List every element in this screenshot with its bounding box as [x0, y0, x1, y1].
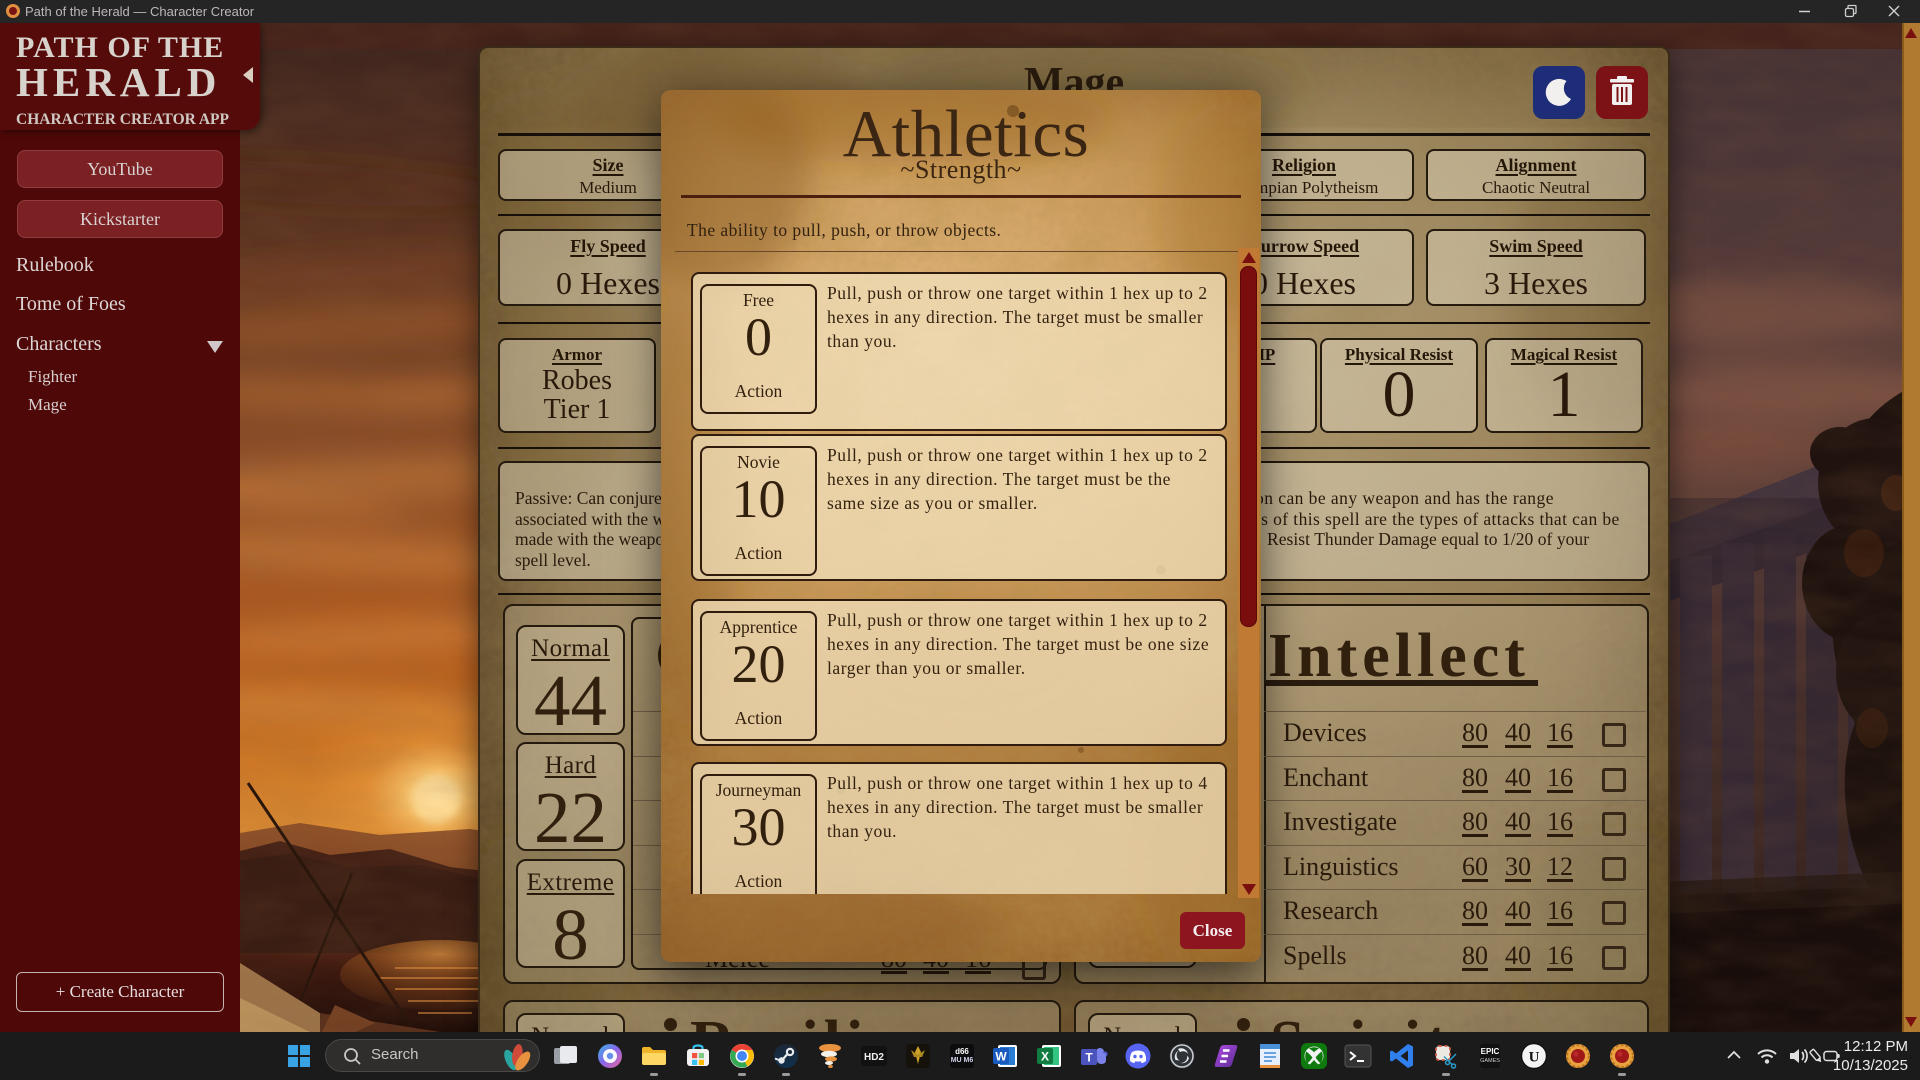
svg-text:GAMES: GAMES: [1480, 1058, 1500, 1064]
svg-text:W: W: [995, 1050, 1007, 1064]
svg-text:EPIC: EPIC: [1481, 1047, 1500, 1056]
svg-text:U: U: [1529, 1050, 1540, 1066]
svg-text:MU M6: MU M6: [951, 1057, 974, 1064]
svg-text:d66: d66: [955, 1047, 969, 1056]
svg-text:T: T: [1085, 1051, 1093, 1065]
svg-text:X: X: [1041, 1050, 1049, 1064]
svg-text:HD2: HD2: [864, 1052, 884, 1063]
